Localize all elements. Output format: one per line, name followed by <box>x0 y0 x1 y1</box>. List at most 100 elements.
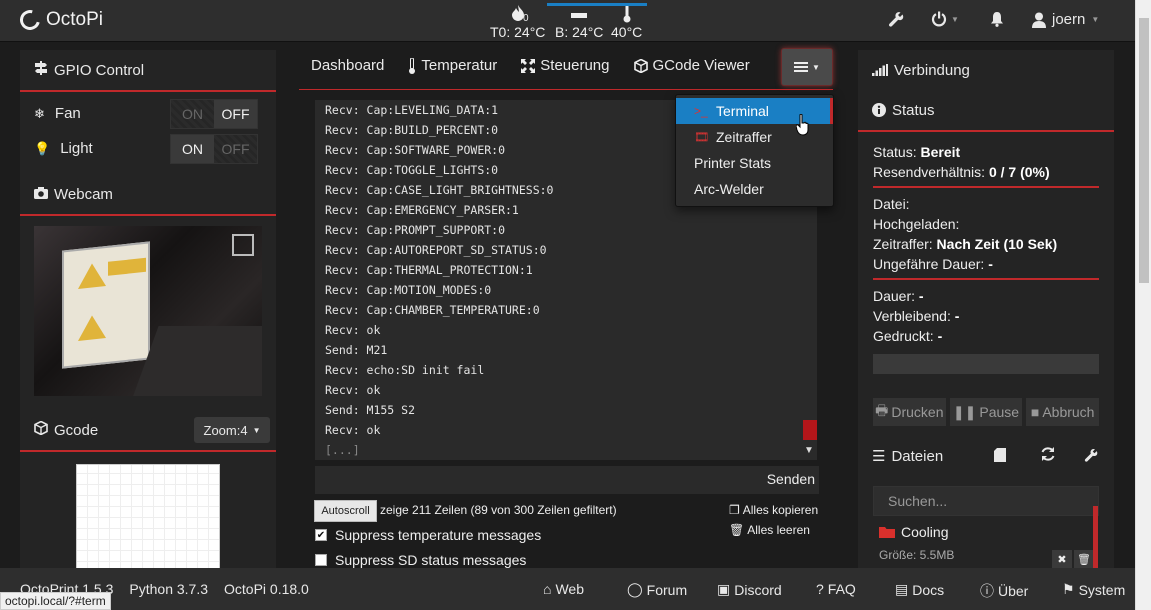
file-search-input[interactable]: Suchen... <box>873 486 1099 516</box>
wrench-icon[interactable] <box>888 11 904 31</box>
light-off-button[interactable]: OFF <box>214 134 257 163</box>
gpio-header[interactable]: GPIO Control <box>20 50 276 90</box>
tool-temp: T0: 24°C <box>490 24 546 40</box>
gcode-title: Gcode <box>54 421 99 439</box>
divider <box>20 90 276 92</box>
clear-all-link[interactable]: 🗑 Alles leeren <box>729 523 810 537</box>
top-navbar: OctoPi 0 T0: 24°C B: 24°C 40°C ▼ joern ▼ <box>0 0 1135 42</box>
tab-gcode-viewer[interactable]: GCode Viewer <box>633 57 750 74</box>
footer-link-discord[interactable]: ▣ Discord <box>717 581 782 598</box>
power-menu[interactable]: ▼ <box>931 11 959 27</box>
temperature-readout: 0 T0: 24°C B: 24°C 40°C <box>485 3 650 40</box>
status-row: Status: Bereit <box>873 144 961 160</box>
zoom-dropdown[interactable]: Zoom:4 ▼ <box>194 417 270 443</box>
light-toggle[interactable]: ON OFF <box>170 133 258 164</box>
menu-item-label: Zeitraffer <box>716 129 772 145</box>
copy-all-link[interactable]: ❐ Alles kopieren <box>729 503 818 517</box>
print-progress-bar <box>873 354 1099 374</box>
connection-header[interactable]: Verbindung <box>858 50 1114 90</box>
temp-bar <box>547 3 647 6</box>
wrench-icon[interactable] <box>1084 448 1098 466</box>
bell-icon[interactable] <box>990 11 1004 31</box>
signal-bars-icon <box>872 64 888 76</box>
hand-cursor-icon <box>796 114 809 136</box>
gcode-preview-canvas[interactable] <box>76 464 220 584</box>
tabs-dropdown-menu: >_ Terminal 🎞 Zeitraffer Printer Stats A… <box>675 94 834 207</box>
remaining-row: Verbleibend: - <box>873 308 960 324</box>
brand[interactable]: OctoPi <box>16 6 103 34</box>
status-title: Status <box>892 101 935 119</box>
footer-link-faq[interactable]: ? FAQ <box>816 581 856 597</box>
divider <box>20 214 276 216</box>
thermometer-icon <box>623 5 631 23</box>
status-header[interactable]: Status <box>858 90 1114 130</box>
footer-link-docs[interactable]: ▤ Docs <box>895 581 944 598</box>
autoscroll-button[interactable]: Autoscroll <box>314 500 377 522</box>
gpio-name: Light <box>60 140 93 157</box>
snowflake-icon: ❄ <box>34 105 45 121</box>
list-icon: ☰ <box>872 448 886 465</box>
tab-label: Steuerung <box>540 57 610 74</box>
tab-label: Temperatur <box>421 57 498 74</box>
browser-status-url: octopi.local/?#term <box>0 592 111 610</box>
cancel-button[interactable]: ■ Abbruch <box>1026 398 1100 426</box>
discord-icon: ▣ <box>717 581 731 597</box>
fan-off-button[interactable]: OFF <box>214 99 257 128</box>
scrollbar-thumb[interactable] <box>1139 18 1149 283</box>
terminal-scrollbar-thumb[interactable] <box>803 420 817 440</box>
webcam-header[interactable]: Webcam <box>20 174 276 214</box>
python-version: Python 3.7.3 <box>129 581 209 597</box>
tab-steuerung[interactable]: Steuerung <box>521 57 610 74</box>
duration-row: Dauer: - <box>873 288 924 304</box>
more-tabs-button[interactable]: ▼ <box>781 48 833 86</box>
user-menu[interactable]: joern ▼ <box>1032 11 1099 28</box>
terminal-line: Recv: Cap:THERMAL_PROTECTION:1 <box>325 263 533 277</box>
copy-icon: ❐ <box>729 503 740 517</box>
tab-temperatur[interactable]: Temperatur <box>408 57 497 74</box>
move-icon[interactable]: ✖ <box>1052 550 1072 568</box>
page-scrollbar[interactable] <box>1135 0 1151 610</box>
footer-link-forum[interactable]: ◯ Forum <box>627 581 687 598</box>
menu-item-arc-welder[interactable]: Arc-Welder <box>676 176 833 202</box>
tab-dashboard[interactable]: Dashboard <box>311 57 384 74</box>
pause-button[interactable]: ❚❚ Pause <box>949 398 1023 426</box>
refresh-icon[interactable] <box>1040 446 1056 466</box>
light-on-button[interactable]: ON <box>171 134 214 163</box>
username: joern <box>1052 11 1086 28</box>
power-icon <box>931 11 947 27</box>
command-input-row[interactable]: Senden <box>315 466 819 494</box>
terminal-icon: >_ <box>694 104 708 118</box>
warning-sign-image <box>62 241 150 369</box>
suppress-temp-checkbox[interactable]: ✔ Suppress temperature messages <box>315 527 541 543</box>
fan-on-button[interactable]: ON <box>171 99 214 128</box>
folder-icon <box>879 527 895 538</box>
printed-row: Gedruckt: - <box>873 328 943 344</box>
footer-link-system[interactable]: ⚑ System <box>1062 581 1125 598</box>
checkbox-checked[interactable]: ✔ <box>315 529 327 541</box>
menu-item-printer-stats[interactable]: Printer Stats <box>676 150 833 176</box>
footer-link-about[interactable]: ⓘ Über <box>980 581 1028 601</box>
terminal-line: Recv: Cap:AUTOREPORT_SD_STATUS:0 <box>325 243 547 257</box>
trash-icon[interactable]: 🗑 <box>1074 550 1094 568</box>
files-title: Dateien <box>891 447 944 465</box>
terminal-line: Recv: ok <box>325 323 381 337</box>
send-button[interactable]: Senden <box>767 471 815 487</box>
footer-link-web[interactable]: ⌂ Web <box>543 581 584 597</box>
files-scrollbar[interactable] <box>1093 506 1098 570</box>
fan-toggle[interactable]: ON OFF <box>170 98 258 129</box>
files-header[interactable]: ☰ Dateien <box>858 436 1114 476</box>
pause-icon: ❚❚ <box>952 403 977 420</box>
comment-icon: ◯ <box>627 581 643 597</box>
arrows-icon <box>521 58 536 73</box>
timelapse-row: Zeitraffer: Nach Zeit (10 Sek) <box>873 236 1058 252</box>
divider <box>873 186 1099 188</box>
scroll-down-arrow-icon[interactable]: ▼ <box>804 445 814 456</box>
checkbox-unchecked[interactable] <box>315 554 327 566</box>
caret-icon: ▼ <box>1091 15 1100 24</box>
gcode-header[interactable]: Gcode Zoom:4 ▼ <box>20 410 276 450</box>
sd-card-icon[interactable] <box>994 448 1006 466</box>
suppress-sd-checkbox[interactable]: Suppress SD status messages <box>315 552 526 568</box>
flag-icon: ⚑ <box>1062 581 1075 597</box>
print-button[interactable]: 🖶 Drucken <box>873 398 946 426</box>
terminal-line: Recv: Cap:MOTION_MODES:0 <box>325 283 492 297</box>
